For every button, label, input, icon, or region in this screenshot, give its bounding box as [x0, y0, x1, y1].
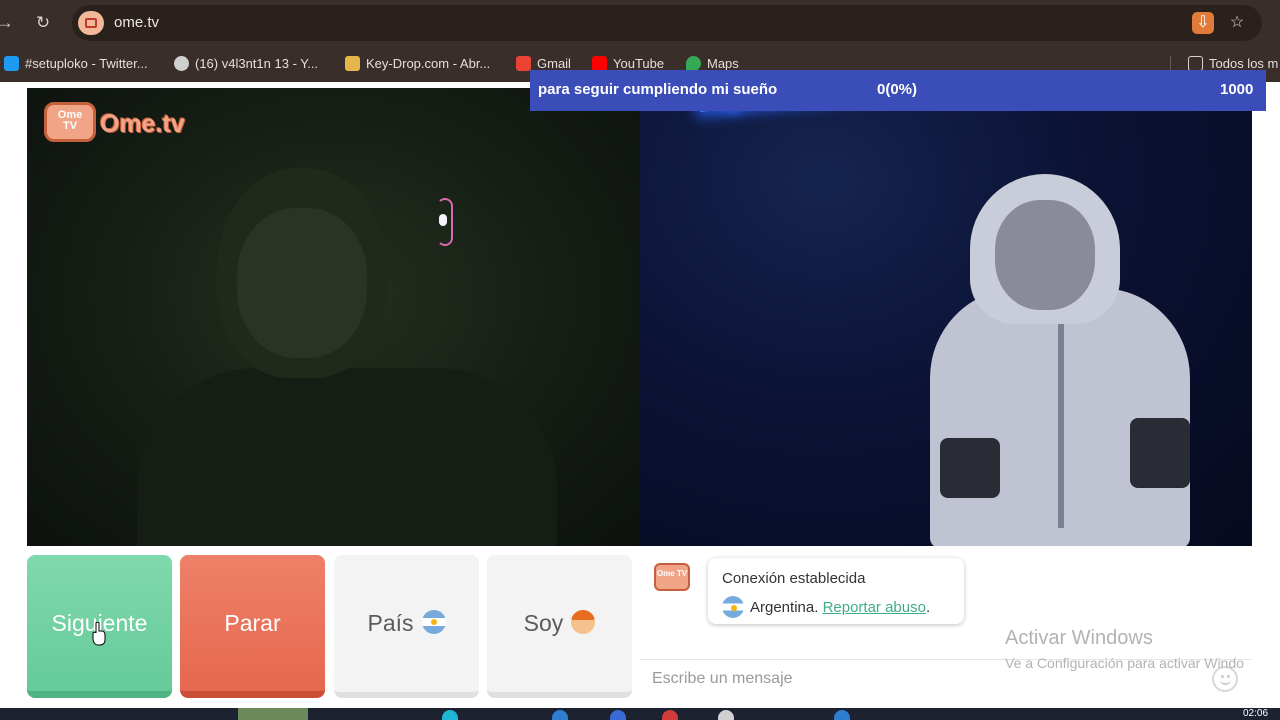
ometv-logo-icon: Ome TV: [44, 102, 96, 142]
gender-button[interactable]: Soy: [487, 555, 632, 698]
install-app-icon[interactable]: ⇩: [1192, 12, 1214, 34]
folder-icon: [1188, 56, 1203, 71]
jacket-zipper: [1058, 308, 1064, 528]
goal-message: para seguir cumpliendo mi sueño: [538, 81, 778, 98]
taskbar-app-icon[interactable]: [662, 710, 678, 720]
system-message-bubble: Conexión establecida Argentina. Reportar…: [708, 558, 964, 624]
local-person-face: [237, 208, 367, 358]
headset-led: [439, 214, 447, 226]
star-icon[interactable]: ☆: [1226, 12, 1248, 34]
message-input[interactable]: Escribe un mensaje: [652, 670, 793, 688]
globe-icon: [174, 56, 189, 71]
stop-button[interactable]: Parar: [180, 555, 325, 698]
remote-person-face: [995, 200, 1095, 310]
browser-toolbar: → ↻ ome.tv ⇩ ☆: [0, 0, 1280, 46]
taskbar-app-icon[interactable]: [610, 710, 626, 720]
taskbar-thumbnail[interactable]: [238, 708, 308, 720]
goal-progress: 0(0%): [877, 81, 918, 98]
chat-panel: Ome TV Conexión establecida Argentina. R…: [640, 546, 1252, 700]
gift-icon: [345, 56, 360, 71]
gmail-icon: [516, 56, 531, 71]
ometv-page: Ome TV Ome.tv para seguir cumpliendo mi …: [0, 70, 1280, 708]
country-button[interactable]: País: [334, 555, 479, 698]
mouse-cursor-icon: [92, 622, 106, 646]
goal-target: 1000: [1220, 81, 1254, 98]
url-text[interactable]: ome.tv: [114, 14, 159, 31]
taskbar-app-icon[interactable]: [718, 710, 734, 720]
taskbar-clock[interactable]: 02:06: [1243, 708, 1268, 720]
ometv-logo-text: Ome.tv: [100, 110, 185, 138]
taskbar-app-icon[interactable]: [552, 710, 568, 720]
taskbar-app-icon[interactable]: [442, 710, 458, 720]
goal-banner: para seguir cumpliendo mi sueño 0(0%) 10…: [530, 70, 1266, 111]
maps-pin-icon: [686, 56, 701, 71]
reload-icon[interactable]: ↻: [32, 12, 54, 34]
remote-video: [640, 88, 1252, 546]
remote-person-arm: [1130, 418, 1190, 488]
report-abuse-link[interactable]: Reportar abuso: [823, 599, 926, 616]
address-bar[interactable]: ome.tv ⇩ ☆: [72, 5, 1262, 41]
boy-icon: [571, 610, 596, 634]
bookmark-keydrop[interactable]: Key-Drop.com - Abr...: [345, 55, 490, 73]
activate-windows-subtitle: Ve a Configuración para activar Windo: [1005, 655, 1244, 671]
remote-person-arm: [940, 438, 1000, 498]
video-camera-icon[interactable]: [78, 11, 104, 35]
youtube-icon: [592, 56, 607, 71]
partner-country-line: Argentina. Reportar abuso.: [722, 596, 930, 618]
twitter-icon: [4, 56, 19, 71]
argentina-flag-icon: [722, 596, 744, 618]
bookmark-youtube-channel[interactable]: (16) v4l3nt1n 13 - Y...: [174, 55, 318, 73]
taskbar-app-icon[interactable]: [834, 710, 850, 720]
arrow-right-icon[interactable]: →: [0, 12, 16, 34]
argentina-flag-icon: [421, 610, 446, 634]
partner-country: Argentina.: [750, 599, 819, 616]
ometv-chat-avatar-icon: Ome TV: [654, 563, 690, 591]
local-person-body: [137, 368, 557, 546]
local-video: [27, 88, 640, 546]
activate-windows-title: Activar Windows: [1005, 627, 1153, 649]
bookmark-twitter[interactable]: #setuploko - Twitter...: [4, 55, 148, 73]
connection-status: Conexión establecida: [722, 570, 866, 587]
windows-taskbar: 02:06: [0, 708, 1280, 720]
